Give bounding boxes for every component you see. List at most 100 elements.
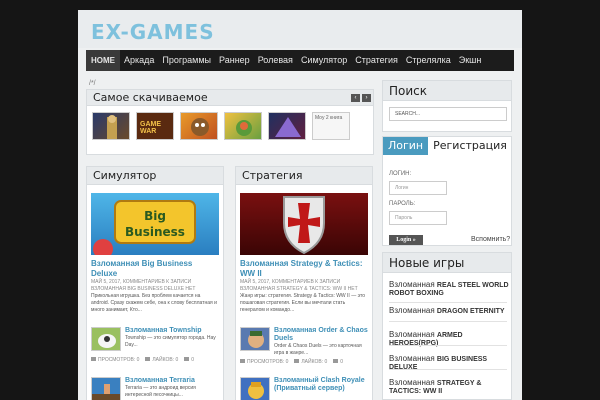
game-thumb[interactable] <box>92 112 130 140</box>
post-title[interactable]: Взломанная Terraria <box>125 377 219 385</box>
post-excerpt: Жанр игры: стратегия. Strategy & Tactics… <box>240 293 366 313</box>
views-count: ПРОСМОТРОВ: 0 <box>240 359 288 365</box>
eye-icon <box>240 359 245 363</box>
popular-box: Самое скачиваемое ‹ › GAME WAR Moy 2 кни… <box>86 89 374 155</box>
category-strategy: Стратегия Взломанная Strategy & Tactics:… <box>235 166 373 400</box>
header: EX-GAMES <box>78 10 522 48</box>
chevron-right-icon[interactable]: › <box>362 94 371 102</box>
comments-count[interactable]: 0 <box>184 357 194 363</box>
login-input[interactable]: Логин <box>389 181 447 195</box>
nav-shooter[interactable]: Стрелялка <box>402 50 455 71</box>
post-thumb[interactable] <box>240 327 270 351</box>
page: EX-GAMES HOME Аркада Программы Раннер Ро… <box>78 10 522 400</box>
game-thumb[interactable]: Moy 2 книга <box>312 112 350 140</box>
nav-strategy[interactable]: Стратегия <box>351 50 402 71</box>
popular-title: Самое скачиваемое <box>87 90 373 106</box>
post-title[interactable]: Взломанная Township <box>125 327 219 335</box>
post-meta: МАЙ 5, 2017, КОММЕНТАРИЕВ К ЗАПИСИ ВЗЛОМ… <box>91 279 196 292</box>
post-title[interactable]: Взломанный Clash Royale (Приватный серве… <box>274 377 368 393</box>
login-button[interactable]: Login » <box>389 235 423 245</box>
search-input[interactable]: SEARCH... <box>389 107 507 121</box>
sheep-icon <box>98 334 116 348</box>
divider <box>389 345 507 346</box>
site-logo[interactable]: EX-GAMES <box>91 20 215 44</box>
likes-label: ЛАЙКОВ: 0 <box>152 357 179 363</box>
password-label: ПАРОЛЬ: <box>389 201 416 207</box>
comment-icon <box>333 359 339 363</box>
tab-login[interactable]: Логин <box>383 137 429 155</box>
post-image[interactable]: Big Business <box>91 193 219 255</box>
new-game-prefix: Взломанная <box>389 330 437 339</box>
post-image[interactable] <box>240 193 368 255</box>
post-title[interactable]: Взломанная Strategy & Tactics: WW II <box>240 259 368 279</box>
breadcrumb: /*/ <box>89 80 96 87</box>
divider <box>389 321 507 322</box>
new-games-widget: Новые игры Взломанная REAL STEEL WORLD R… <box>382 252 512 400</box>
warrior-icon <box>275 117 301 137</box>
views-label: ПРОСМОТРОВ: 0 <box>247 359 289 365</box>
game-thumb[interactable] <box>180 112 218 140</box>
game-thumb[interactable] <box>268 112 306 140</box>
login-label: ЛОГИН: <box>389 171 412 177</box>
terraria-icon <box>92 384 120 400</box>
post-thumb[interactable] <box>91 377 121 400</box>
category-title[interactable]: Симулятор <box>87 167 223 185</box>
password-input[interactable]: Пароль <box>389 211 447 225</box>
game-thumb[interactable]: GAME WAR <box>136 112 174 140</box>
nav-home[interactable]: HOME <box>86 50 120 71</box>
divider <box>389 302 507 303</box>
post-title[interactable]: Взломанная Big Business Deluxe <box>91 259 219 279</box>
hero-icon <box>248 331 264 348</box>
post-thumb[interactable] <box>240 377 270 400</box>
comments-label: 0 <box>340 359 344 365</box>
hero-word-2: Business <box>125 225 185 239</box>
heart-icon <box>294 359 300 363</box>
comment-icon <box>184 357 190 361</box>
post-stats: ПРОСМОТРОВ: 0 ЛАЙКОВ: 0 0 <box>240 359 343 365</box>
shield-icon <box>283 196 325 255</box>
character-icon <box>236 120 252 136</box>
post-excerpt: Order & Chaos Duels — это карточная игра… <box>274 343 362 356</box>
likes-count[interactable]: ЛАЙКОВ: 0 <box>145 357 178 363</box>
main-nav: HOME Аркада Программы Раннер Ролевая Сим… <box>86 50 514 71</box>
warrior-icon <box>107 115 117 139</box>
post-excerpt: Terraria — это андроид версия интересной… <box>125 385 196 398</box>
divider <box>389 369 507 370</box>
nav-rpg[interactable]: Ролевая <box>254 50 297 71</box>
new-game-name: DRAGON ETERNITY <box>436 308 505 315</box>
nav-runner[interactable]: Раннер <box>215 50 254 71</box>
new-game-prefix: Взломанная <box>389 306 437 315</box>
clash-royale-icon <box>248 382 264 399</box>
tab-register[interactable]: Регистрация <box>428 137 512 155</box>
nav-programs[interactable]: Программы <box>158 50 215 71</box>
thumb-label: Moy 2 книга <box>315 115 343 121</box>
category-title[interactable]: Стратегия <box>236 167 372 185</box>
new-game-link[interactable]: Взломанная STRATEGY & TACTICS: WW II <box>389 379 509 396</box>
thumb-label: GAME WAR <box>140 121 161 135</box>
login-tabs: Логин Регистрация <box>383 137 511 155</box>
left-background <box>0 10 78 400</box>
popular-thumbs: GAME WAR Moy 2 книга <box>92 112 350 140</box>
nav-action[interactable]: Экшн <box>455 50 486 71</box>
search-widget: Поиск SEARCH... <box>382 80 512 132</box>
new-game-link[interactable]: Взломанная REAL STEEL WORLD ROBOT BOXING <box>389 281 509 298</box>
remember-link[interactable]: Вспомнить? <box>471 236 510 243</box>
heart-icon <box>145 357 151 361</box>
post-meta: МАЙ 5, 2017, КОММЕНТАРИЕВ К ЗАПИСИ ВЗЛОМ… <box>240 279 358 292</box>
chevron-left-icon[interactable]: ‹ <box>351 94 360 102</box>
nav-simulator[interactable]: Симулятор <box>297 50 351 71</box>
hero-word-1: Big <box>144 209 166 223</box>
views-label: ПРОСМОТРОВ: 0 <box>98 357 140 363</box>
top-bar <box>0 0 600 10</box>
game-thumb[interactable] <box>224 112 262 140</box>
post-title[interactable]: Взломанная Order & Chaos Duels <box>274 327 368 343</box>
eye-icon <box>91 357 96 361</box>
comments-label: 0 <box>191 357 195 363</box>
big-business-logo: Big Business <box>93 200 196 255</box>
category-simulator: Симулятор Big Business Взломанная Big Bu… <box>86 166 224 400</box>
new-game-link[interactable]: Взломанная DRAGON ETERNITY <box>389 307 509 316</box>
nav-arcade[interactable]: Аркада <box>120 50 158 71</box>
comments-count[interactable]: 0 <box>333 359 343 365</box>
post-thumb[interactable] <box>91 327 121 351</box>
likes-count[interactable]: ЛАЙКОВ: 0 <box>294 359 327 365</box>
